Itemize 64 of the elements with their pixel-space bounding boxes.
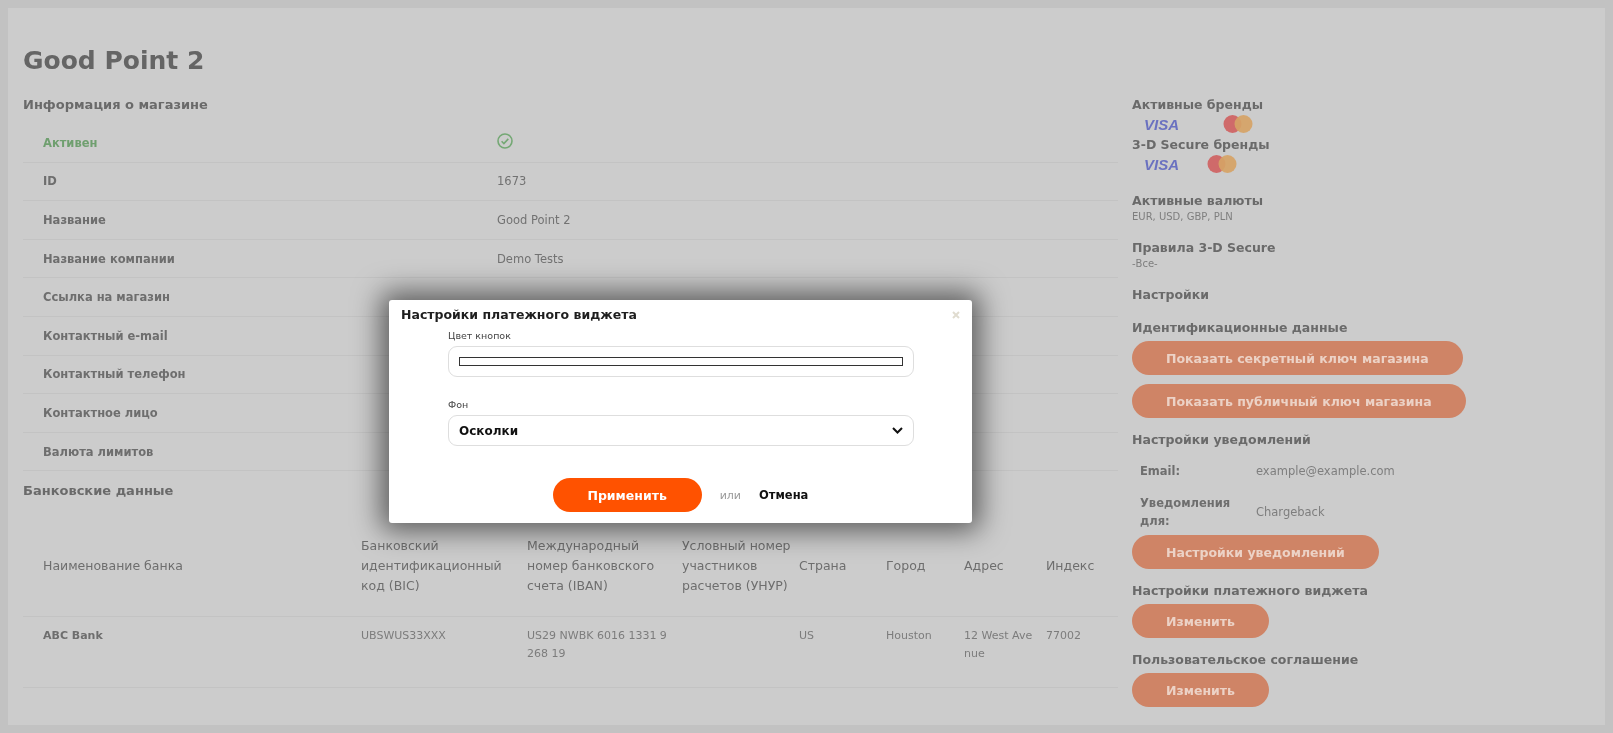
field-value: Good Point 2 [497, 213, 571, 227]
section-heading: Правила 3-D Secure [1132, 240, 1276, 256]
section-heading: 3-D Secure бренды [1132, 137, 1270, 153]
dialog-title: Настройки платежного виджета [401, 307, 637, 322]
field-label: Ссылка на магазин [43, 290, 170, 305]
table-cell-text: ABC Bank [43, 628, 104, 645]
column-header: Международный номер банковского счета (IBAN) [527, 537, 656, 596]
section-heading: Настройки платежного виджета [1132, 583, 1368, 599]
section-value: -Все- [1132, 258, 1159, 269]
cancel-link[interactable]: Отмена [759, 488, 809, 502]
section-value: EUR, USD, GBP, PLN [1132, 211, 1234, 222]
table-cell-text: Houston [886, 628, 933, 645]
chevron-down-icon [892, 427, 903, 434]
check-circle-icon [497, 133, 513, 150]
field-label: Название [43, 213, 106, 227]
status-label: Активен [43, 135, 98, 150]
column-header: Страна [799, 557, 848, 576]
field-label: ID [43, 174, 57, 189]
color-field[interactable] [448, 346, 914, 377]
section-heading: Настройки [1132, 287, 1210, 303]
mastercard-logo [1207, 154, 1237, 174]
setting-value: Chargeback [1256, 505, 1326, 519]
field-label: Валюта лимитов [43, 444, 154, 459]
section-heading: Пользовательское соглашение [1132, 652, 1359, 668]
visa-logo: VISA [1144, 116, 1179, 132]
field-value: 1673 [497, 174, 527, 189]
action-button[interactable]: Показать секретный ключ магазина [1132, 341, 1463, 375]
field-label: Фон [448, 399, 470, 410]
visa-logo: VISA [1144, 156, 1179, 172]
setting-value: example@example.com [1256, 464, 1396, 478]
section-heading: Банковские данные [23, 483, 174, 499]
setting-label: Email: [1140, 463, 1182, 480]
action-button[interactable]: Настройки уведомлений [1132, 535, 1379, 569]
table-cell-text: US [799, 628, 816, 645]
field-label: Цвет кнопок [448, 330, 512, 341]
field-label: Контактный e-mail [43, 328, 168, 343]
section-heading: Информация о магазине [23, 97, 208, 112]
column-header: Наименование банка [43, 557, 184, 576]
background-select[interactable]: Осколки [448, 415, 914, 446]
column-header: Адрес [964, 557, 1005, 576]
setting-label: Уведомления для: [1140, 495, 1232, 530]
mastercard-logo [1223, 114, 1253, 134]
column-header: Город [886, 557, 927, 576]
section-heading: Настройки уведомлений [1132, 432, 1311, 448]
section-heading: Активные бренды [1132, 97, 1264, 113]
column-header: Условный номер участников расчетов (УНУР) [682, 537, 792, 596]
table-cell-text: UBSWUS33XXX [361, 628, 447, 645]
page-title: Good Point 2 [23, 46, 206, 75]
action-button[interactable]: Показать публичный ключ магазина [1132, 384, 1466, 418]
section-heading: Активные валюты [1132, 193, 1264, 209]
action-button[interactable]: Изменить [1132, 604, 1269, 638]
field-label: Название компании [43, 251, 175, 266]
field-value: Demo Tests [497, 251, 564, 266]
field-label: Контактный телефон [43, 367, 186, 382]
column-header: Банковский идентификационный код (BIC) [361, 537, 503, 596]
apply-button[interactable]: Применить [552, 478, 702, 512]
table-cell-text: 12 West Avenue [964, 628, 1034, 663]
separator-text: или [719, 488, 741, 502]
table-cell-text: 77002 [1046, 628, 1082, 645]
section-heading: Идентификационные данные [1132, 320, 1348, 336]
table-cell-text: US29 NWBK 6016 1331 9268 19 [527, 628, 668, 663]
column-header: Индекс [1046, 557, 1096, 576]
field-label: Контактное лицо [43, 405, 158, 420]
action-button[interactable]: Изменить [1132, 673, 1269, 707]
